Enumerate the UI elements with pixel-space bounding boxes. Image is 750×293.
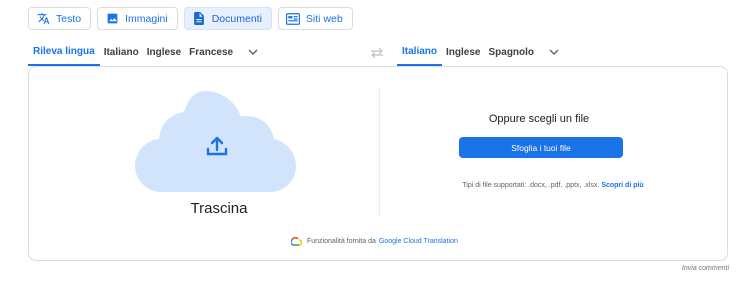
swap-icon	[371, 47, 383, 59]
browse-files-button[interactable]: Sfoglia i tuoi file	[459, 137, 623, 158]
web-icon	[285, 12, 300, 26]
drop-zone[interactable]	[135, 87, 301, 192]
target-languages: Italiano Inglese Spagnolo	[397, 38, 564, 66]
source-lang-italian[interactable]: Italiano	[100, 38, 143, 66]
mode-selector: Testo Immagini Documenti Siti web	[28, 7, 353, 30]
swap-languages-button[interactable]	[370, 46, 386, 59]
powered-by-text: Funzionalità fornita da	[307, 238, 376, 245]
translate-icon	[36, 12, 50, 26]
google-cloud-icon	[291, 237, 302, 246]
powered-by: Funzionalità fornita da Google Cloud Tra…	[291, 237, 458, 246]
mode-websites-label: Siti web	[305, 12, 343, 25]
supported-types-text: Tipi di file supportati: .docx, .pdf, .p…	[462, 182, 600, 189]
drop-label: Trascina	[190, 200, 248, 217]
target-more-languages-button[interactable]	[544, 38, 564, 66]
mode-documents-button[interactable]: Documenti	[183, 7, 272, 30]
mode-text-button[interactable]: Testo	[28, 7, 92, 30]
language-bar: Rileva lingua Italiano Inglese Francese …	[28, 38, 728, 66]
source-languages: Rileva lingua Italiano Inglese Francese	[28, 38, 263, 66]
panel-divider	[379, 87, 380, 217]
target-lang-spanish[interactable]: Spagnolo	[484, 38, 538, 66]
document-icon	[192, 12, 206, 26]
mode-websites-button[interactable]: Siti web	[277, 7, 353, 30]
target-lang-english[interactable]: Inglese	[442, 38, 484, 66]
source-lang-detect[interactable]: Rileva lingua	[28, 38, 100, 66]
source-lang-english[interactable]: Inglese	[143, 38, 185, 66]
learn-more-link[interactable]: Scopri di più	[601, 182, 643, 189]
source-more-languages-button[interactable]	[243, 38, 263, 66]
chevron-down-icon	[248, 49, 258, 55]
document-upload-card: Trascina Oppure scegli un file Sfoglia i…	[28, 66, 728, 261]
image-icon	[105, 12, 119, 26]
target-lang-italian[interactable]: Italiano	[397, 38, 443, 66]
google-cloud-translation-link[interactable]: Google Cloud Translation	[379, 238, 458, 245]
chevron-down-icon	[549, 49, 559, 55]
cloud-upload-icon	[135, 91, 296, 192]
send-feedback-link[interactable]: Invia commenti	[682, 265, 729, 272]
supported-file-types: Tipi di file supportati: .docx, .pdf, .p…	[433, 182, 673, 189]
source-lang-french[interactable]: Francese	[185, 38, 237, 66]
mode-documents-label: Documenti	[211, 12, 262, 25]
mode-text-label: Testo	[56, 12, 82, 25]
mode-images-button[interactable]: Immagini	[97, 7, 178, 30]
or-choose-file-label: Oppure scegli un file	[488, 113, 590, 125]
mode-images-label: Immagini	[125, 12, 168, 25]
